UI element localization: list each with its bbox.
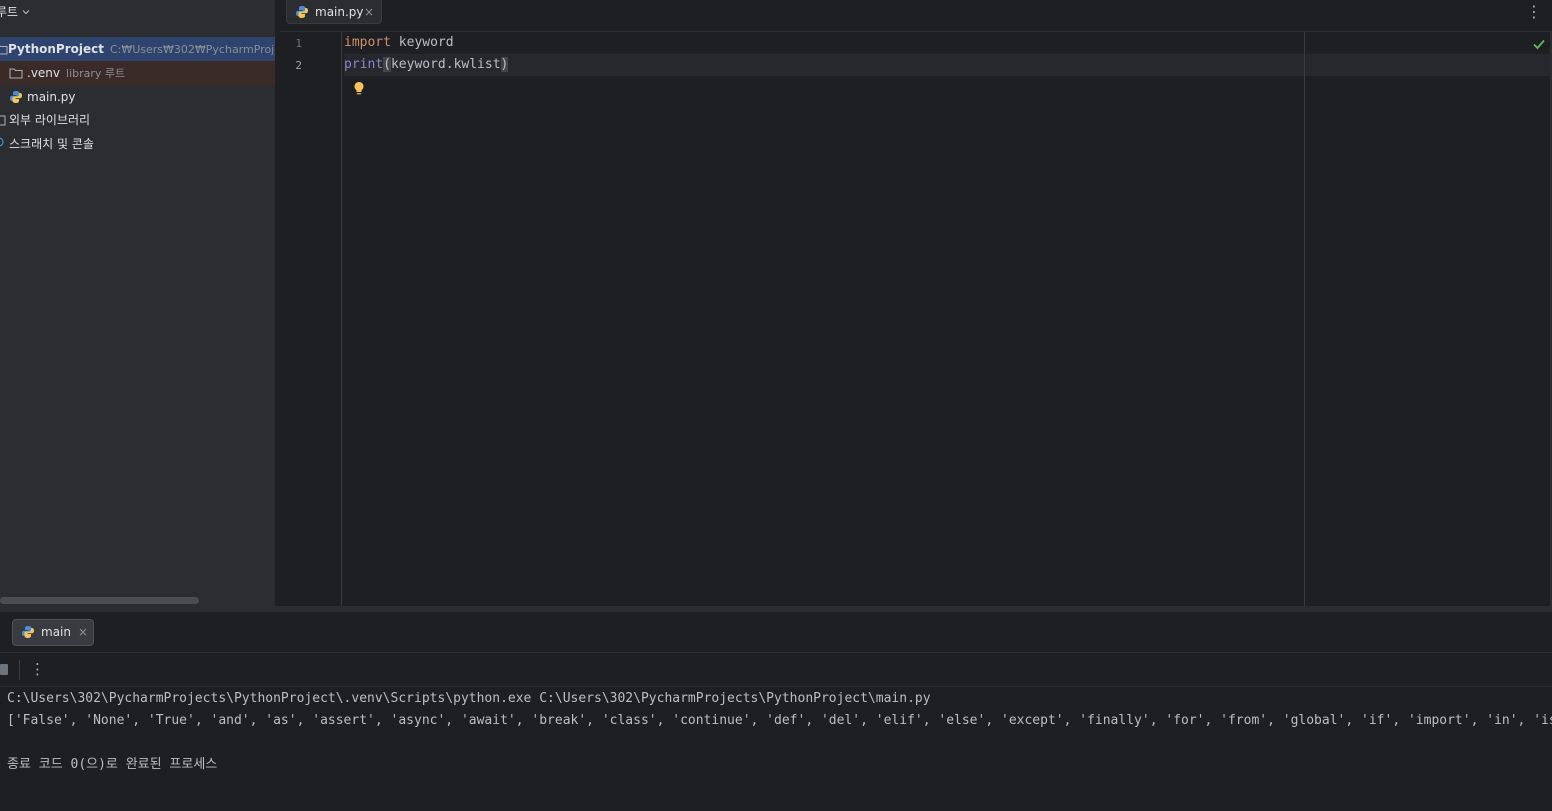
checkmark-icon[interactable] <box>1532 37 1546 51</box>
more-options-icon[interactable]: ⋮ <box>1526 2 1542 22</box>
lightbulb-icon[interactable] <box>352 81 366 97</box>
tree-item-label: 스크래치 및 콘솔 <box>9 137 94 151</box>
close-icon[interactable]: × <box>364 0 374 24</box>
more-options-icon[interactable]: ⋮ <box>30 659 45 679</box>
run-tab-label: main <box>41 625 71 639</box>
code-paren: ( <box>383 57 391 72</box>
scratches-icon <box>0 137 4 147</box>
python-file-icon <box>22 626 34 638</box>
folder-icon <box>9 68 23 79</box>
editor-tab-bar: main.py × ⋮ <box>280 0 1552 32</box>
code-line-current: print(keyword.kwlist) <box>344 54 1550 76</box>
chevron-down-icon <box>22 10 30 15</box>
tree-item-external-libraries[interactable]: 외부 라이브러리 <box>0 108 275 132</box>
tree-item-label: main.py <box>27 90 76 104</box>
console-line: C:\Users\302\PycharmProjects\PythonProje… <box>7 691 931 706</box>
tree-item-label: .venv <box>27 66 61 80</box>
python-file-icon <box>10 91 22 103</box>
toolbar-separator <box>19 660 20 680</box>
line-number: 2 <box>295 59 302 72</box>
pycharm-window: 루트 PythonProject C:₩Users₩302₩PycharmProj… <box>0 0 1552 811</box>
tree-item-hint: library 루트 <box>66 67 126 80</box>
run-tab-bar: main × <box>0 612 1552 653</box>
code-paren: ) <box>500 57 509 72</box>
code-line: import keyword <box>344 32 1550 54</box>
tree-item-scratches[interactable]: 스크래치 및 콘솔 <box>0 132 275 156</box>
folder-icon <box>0 45 8 55</box>
project-view-title: 루트 <box>0 5 19 19</box>
tab-label: main.py <box>315 5 364 19</box>
line-number: 1 <box>295 37 302 50</box>
tree-item-venv[interactable]: .venv library 루트 <box>0 61 275 85</box>
tab-main-py[interactable]: main.py × <box>286 0 382 24</box>
code-builtin: print <box>344 57 384 72</box>
run-toolbar: ⋮ <box>0 653 1552 687</box>
right-margin-guide <box>1304 32 1305 606</box>
project-view-selector[interactable]: 루트 <box>0 0 275 24</box>
library-icon <box>0 115 6 126</box>
console-line: ['False', 'None', 'True', 'and', 'as', '… <box>7 713 1552 728</box>
code-text: keyword <box>390 35 454 50</box>
close-icon[interactable]: × <box>78 620 88 645</box>
code-text: keyword.kwlist <box>390 57 501 72</box>
console-line: 종료 코드 0(으)로 완료된 프로세스 <box>7 757 218 772</box>
tree-item-path: C:₩Users₩302₩PycharmProjects₩ <box>109 43 275 56</box>
tree-item-label: PythonProject <box>8 42 104 56</box>
project-panel: 루트 PythonProject C:₩Users₩302₩PycharmProj… <box>0 0 275 606</box>
line-number-gutter: 1 2 <box>280 32 342 606</box>
code-area[interactable]: import keyword print(keyword.kwlist) <box>344 32 1552 606</box>
tree-item-pythonproject[interactable]: PythonProject C:₩Users₩302₩PycharmProject… <box>0 37 275 61</box>
code-keyword: import <box>344 35 391 50</box>
horizontal-scrollbar[interactable] <box>0 597 199 604</box>
editor: main.py × ⋮ 1 2 import keyword print(key… <box>280 0 1552 606</box>
tree-item-main-py[interactable]: main.py <box>0 85 275 109</box>
tree-item-label: 외부 라이브러리 <box>9 113 91 127</box>
console-output[interactable]: C:\Users\302\PycharmProjects\PythonProje… <box>7 688 1552 811</box>
stop-icon[interactable] <box>0 664 8 675</box>
run-tab-main[interactable]: main × <box>12 619 94 646</box>
python-file-icon <box>296 6 308 18</box>
run-panel: main × ⋮ C:\Users\302\PycharmProjects\Py… <box>0 612 1552 811</box>
